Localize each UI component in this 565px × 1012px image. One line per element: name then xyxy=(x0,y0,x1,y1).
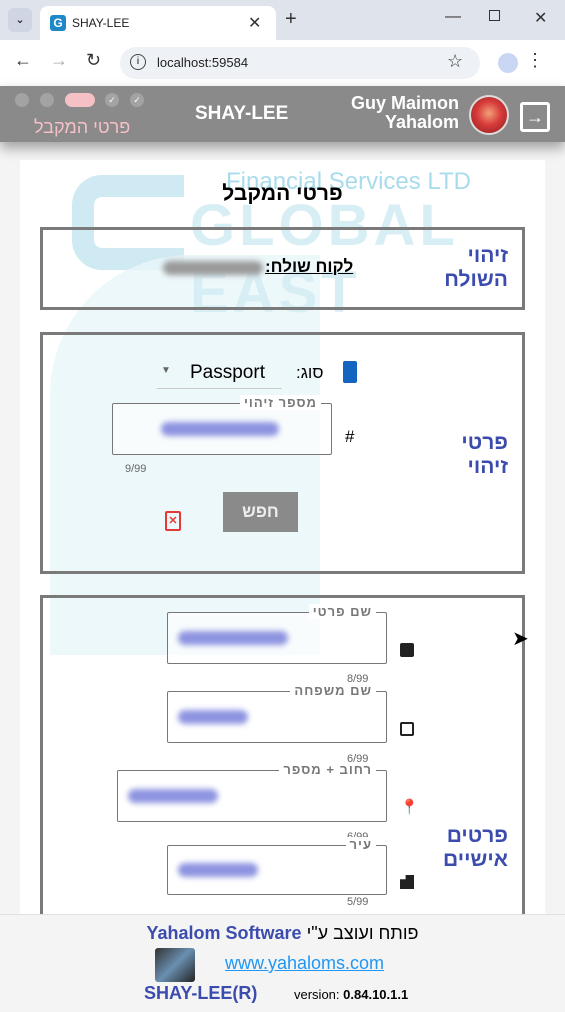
check-icon: ✓ xyxy=(130,93,144,107)
char-counter: 9/99 xyxy=(125,463,147,475)
city-building-icon xyxy=(400,875,414,889)
user-name-line2: Yahalom xyxy=(384,112,459,132)
site-info-icon[interactable]: i xyxy=(130,54,146,70)
user-name-line1: Guy Maimon xyxy=(350,93,459,113)
version-info: version: 0.84.10.1.1 xyxy=(294,987,408,1002)
bookmark-star-icon[interactable]: ☆ xyxy=(447,51,463,72)
mouse-cursor-icon: ➤ xyxy=(512,628,529,650)
portrait-icon xyxy=(400,722,414,736)
city-input[interactable]: עיר xyxy=(167,837,387,895)
address-bar[interactable]: i localhost:59584 ☆ xyxy=(120,47,480,79)
hash-icon: # xyxy=(345,427,355,446)
current-page-name: פרטי המקבל xyxy=(34,117,131,137)
new-tab-button[interactable]: + xyxy=(285,8,297,31)
personal-details-card: פרטים אישיים שם פרטי 8/99 שם משפחה 6/99 … xyxy=(40,595,525,920)
field-value xyxy=(128,789,218,803)
tab-search-button[interactable]: ⌄ xyxy=(8,8,32,32)
section-title: פרטים אישיים xyxy=(443,824,508,871)
location-pin-icon: 📍 xyxy=(400,799,419,816)
footer: פותח ועוצב ע"י Yahalom Software www.yaha… xyxy=(0,914,565,1012)
first-name-input[interactable]: שם פרטי xyxy=(167,604,387,664)
field-value xyxy=(178,863,258,877)
field-label: עיר xyxy=(345,837,376,852)
browser-tab[interactable]: G SHAY-LEE ✕ xyxy=(40,6,276,40)
field-label: מספר זיהוי xyxy=(239,395,321,410)
user-name: Guy Maimon Yahalom xyxy=(351,94,459,132)
sender-client-label: לקוח שולח: xyxy=(265,257,354,276)
back-icon[interactable]: ← xyxy=(14,50,32,71)
avatar[interactable] xyxy=(469,95,509,135)
reload-icon[interactable]: ↻ xyxy=(86,50,101,71)
last-name-input[interactable]: שם משפחה xyxy=(167,683,387,743)
dropdown-arrow-icon: ▼ xyxy=(161,365,171,376)
profile-icon[interactable] xyxy=(498,53,518,73)
id-type-select[interactable]: ▼ Passport xyxy=(157,359,282,389)
type-label: סוג: xyxy=(296,363,324,382)
id-card-icon xyxy=(343,361,357,383)
field-label: רחוב + מספר xyxy=(279,762,376,777)
browser-tab-strip: ⌄ G SHAY-LEE ✕ + — ✕ xyxy=(0,0,565,40)
forward-icon[interactable]: → xyxy=(50,50,68,71)
field-value xyxy=(161,422,279,436)
url-text: localhost:59584 xyxy=(157,55,249,70)
logout-icon[interactable]: → xyxy=(520,102,550,132)
sender-card: זיהוי השולח לקוח שולח: xyxy=(40,227,525,310)
street-input[interactable]: רחוב + מספר xyxy=(117,762,387,822)
website-link[interactable]: www.yahaloms.com xyxy=(225,953,384,974)
close-window-icon[interactable]: ✕ xyxy=(534,8,547,28)
sender-client-value xyxy=(163,261,263,275)
section-title: זיהוי השולח xyxy=(444,244,508,291)
minimize-icon[interactable]: — xyxy=(445,8,461,26)
product-name: SHAY-LEE(R) xyxy=(144,983,258,1003)
id-type-value: Passport xyxy=(190,362,265,383)
section-title: פרטי זיהוי xyxy=(461,431,508,478)
id-number-input[interactable]: מספר זיהוי xyxy=(112,395,332,455)
identification-card: פרטי זיהוי סוג: ▼ Passport מספר זיהוי # … xyxy=(40,332,525,574)
field-label: שם משפחה xyxy=(290,683,376,698)
delete-icon[interactable]: ✕ xyxy=(165,511,181,531)
check-icon: ✓ xyxy=(105,93,119,107)
status-dot xyxy=(15,93,29,107)
field-value xyxy=(178,710,248,724)
contact-icon xyxy=(400,643,414,657)
version-number: 0.84.10.1.1 xyxy=(343,987,409,1002)
main-panel: Financial Services LTD GLOBAL EAST פרטי … xyxy=(20,160,545,920)
tab-title: SHAY-LEE xyxy=(72,16,130,30)
field-label: שם פרטי xyxy=(308,604,376,619)
credit-prefix: פותח ועוצב ע"י xyxy=(306,923,419,943)
menu-icon[interactable]: ⋮ xyxy=(526,50,544,71)
app-name: SHAY-LEE xyxy=(195,103,289,124)
close-tab-icon[interactable]: ✕ xyxy=(248,13,261,33)
field-value xyxy=(178,631,288,645)
app-header: ✓ ✓ פרטי המקבל SHAY-LEE Guy Maimon Yahal… xyxy=(0,86,565,142)
version-label: version: xyxy=(294,987,340,1002)
product-logo xyxy=(155,948,195,982)
favicon-icon: G xyxy=(50,15,66,31)
credit-brand: Yahalom Software xyxy=(146,923,302,943)
search-button[interactable]: חפש xyxy=(223,492,298,532)
char-counter: 5/99 xyxy=(347,896,369,908)
page-title: פרטי המקבל xyxy=(222,182,343,205)
status-pill xyxy=(65,93,95,107)
credit-line: פותח ועוצב ע"י Yahalom Software xyxy=(0,923,565,944)
status-dot xyxy=(40,93,54,107)
maximize-icon[interactable] xyxy=(489,10,500,21)
